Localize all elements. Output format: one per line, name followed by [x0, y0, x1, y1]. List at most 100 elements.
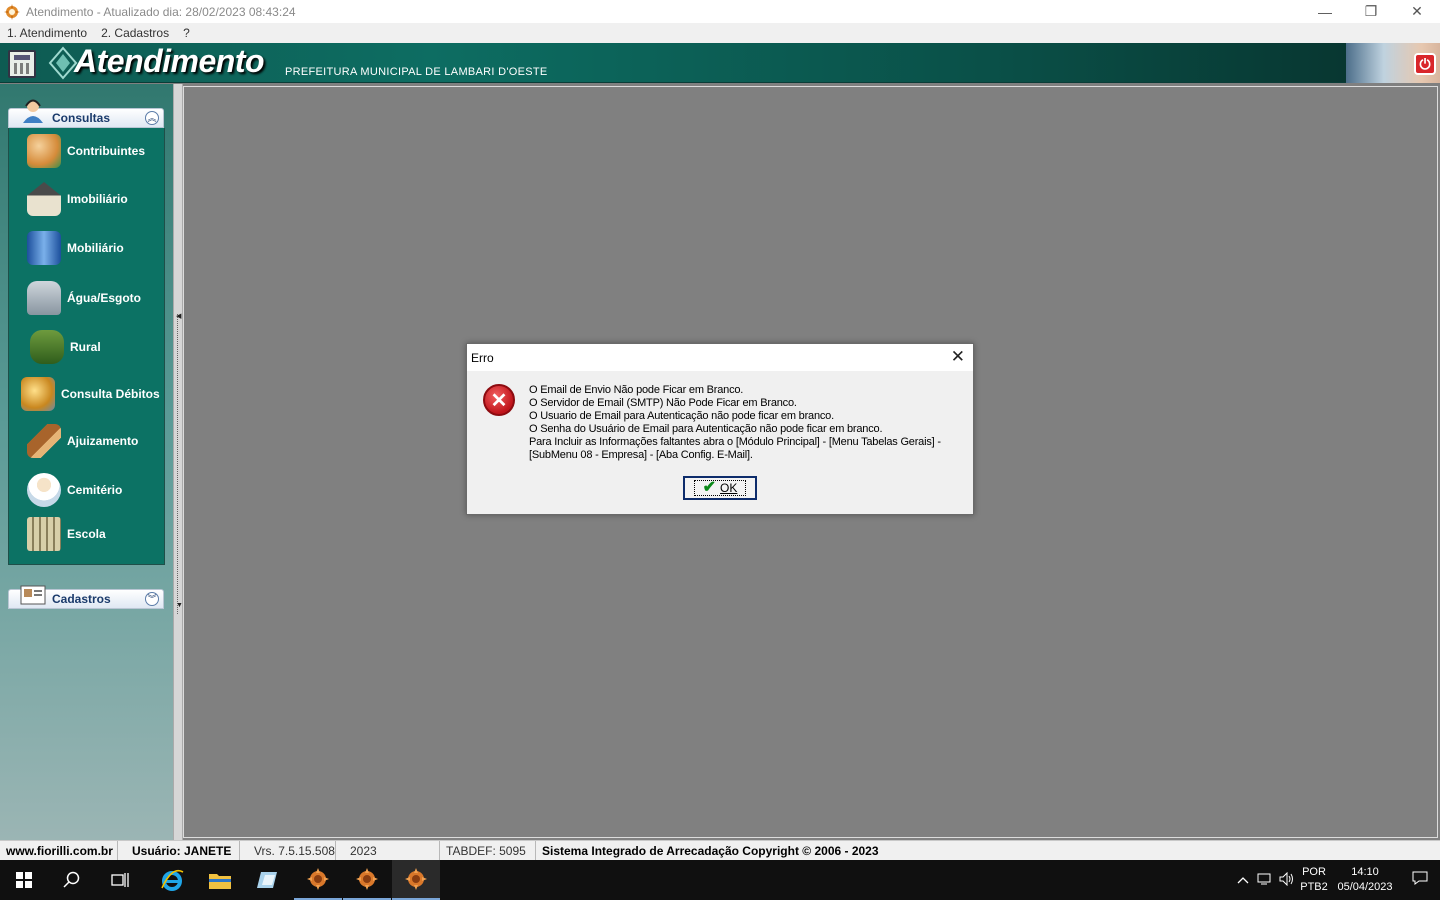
faucet-icon — [27, 281, 61, 315]
error-line: O Senha do Usuário de Email para Autenti… — [529, 423, 883, 435]
keyboard-layout: PTB2 — [1300, 881, 1328, 893]
cadastros-group-header[interactable]: Cadastros ︾ — [8, 585, 164, 609]
window-title: Atendimento - Atualizado dia: 28/02/2023… — [26, 4, 296, 19]
school-icon — [27, 517, 61, 551]
sidebar-item-label: Escola — [67, 527, 106, 541]
error-dialog: Erro ✕ ✕ O Email de Envio Não pode Ficar… — [466, 343, 974, 515]
house-icon — [27, 182, 61, 216]
taskbar: POR PTB2 14:10 05/04/2023 — [0, 860, 1440, 900]
gavel-icon — [27, 424, 61, 458]
fiorilli-app-icon — [307, 868, 329, 890]
sidebar-item-label: Contribuintes — [67, 144, 145, 158]
sidebar-item-ajuizamento[interactable]: Ajuizamento — [27, 421, 182, 461]
sidebar-item-label: Ajuizamento — [67, 434, 139, 448]
attendant-icon — [23, 99, 43, 123]
calculator-icon[interactable] — [8, 50, 36, 78]
collapse-chevron-icon[interactable]: ︽ — [145, 111, 159, 125]
clock-time: 14:10 — [1351, 866, 1379, 878]
error-line: O Servidor de Email (SMTP) Não Pode Fica… — [529, 397, 797, 409]
clock-date: 05/04/2023 — [1337, 881, 1393, 893]
consultas-group-header[interactable]: Consultas ︽ — [8, 99, 164, 128]
notes-icon — [257, 872, 277, 888]
folder-icon — [209, 874, 231, 889]
brand-title: Atendimento — [74, 43, 265, 79]
tractor-icon — [30, 330, 64, 364]
volume-icon[interactable] — [1276, 871, 1298, 889]
internet-explorer-icon — [161, 869, 184, 891]
sidebar-item-rural[interactable]: Rural — [30, 327, 185, 367]
sidebar-item-consulta-debitos[interactable]: Consulta Débitos — [21, 374, 176, 414]
sidebar-item-agua-esgoto[interactable]: Água/Esgoto — [27, 278, 182, 318]
debts-icon — [21, 377, 55, 411]
error-line: [SubMenu 08 - Empresa] - [Aba Config. E-… — [529, 449, 753, 461]
chevron-up-icon[interactable] — [1232, 873, 1254, 887]
sidebar-item-label: Rural — [70, 340, 101, 354]
sidebar-item-contribuintes[interactable]: Contribuintes — [27, 131, 182, 171]
sidebar-item-cemiterio[interactable]: Cemitério — [27, 470, 182, 510]
search-button[interactable] — [48, 860, 96, 900]
sidebar-item-label: Imobiliário — [67, 192, 128, 206]
status-copyright: Sistema Integrado de Arrecadação Copyrig… — [542, 843, 879, 858]
language-code: POR — [1302, 866, 1326, 878]
sidebar-item-mobiliario[interactable]: Mobiliário — [27, 228, 182, 268]
system-tray: POR PTB2 14:10 05/04/2023 — [1232, 860, 1440, 900]
error-line: O Usuario de Email para Autenticação não… — [529, 410, 834, 422]
status-user: Usuário: JANETE — [118, 840, 240, 861]
dialog-title-bar[interactable]: Erro ✕ — [467, 344, 973, 371]
notifications-icon[interactable] — [1400, 871, 1440, 889]
input-language[interactable]: POR PTB2 — [1298, 865, 1330, 895]
power-icon[interactable]: ⏻ — [1414, 53, 1436, 75]
error-icon: ✕ — [483, 384, 515, 416]
checkmark-icon: ✔ — [702, 479, 717, 496]
menu-bar: 1. Atendimento 2. Cadastros ? — [0, 23, 1440, 43]
status-site: www.fiorilli.com.br — [0, 840, 118, 861]
people-icon — [27, 134, 61, 168]
menu-cadastros[interactable]: 2. Cadastros — [101, 26, 169, 40]
menu-atendimento[interactable]: 1. Atendimento — [7, 26, 87, 40]
taskbar-notes[interactable] — [244, 860, 292, 900]
error-line: Para Incluir as Informações faltantes ab… — [529, 436, 941, 448]
sidebar-item-imobiliario[interactable]: Imobiliário — [27, 179, 182, 219]
taskbar-fiorilli-3[interactable] — [392, 860, 440, 900]
task-view-icon — [111, 873, 129, 887]
consultas-group: Contribuintes Imobiliário Mobiliário Águ… — [8, 128, 165, 565]
expand-chevron-icon[interactable]: ︾ — [145, 592, 159, 606]
start-button[interactable] — [0, 860, 48, 900]
clock[interactable]: 14:10 05/04/2023 — [1330, 865, 1400, 895]
app-banner: Atendimento PREFEITURA MUNICIPAL DE LAMB… — [0, 43, 1440, 83]
fiorilli-app-icon — [405, 868, 427, 890]
municipality-name: PREFEITURA MUNICIPAL DE LAMBARI D'OESTE — [285, 66, 548, 78]
status-tabdef: TABDEF: 5095 — [440, 840, 536, 861]
sidebar-splitter[interactable]: ◀ ▼ — [173, 84, 183, 840]
menu-help[interactable]: ? — [183, 26, 190, 40]
window-title-bar[interactable]: Atendimento - Atualizado dia: 28/02/2023… — [0, 0, 1440, 23]
app-icon — [4, 3, 20, 20]
error-message: O Email de Envio Não pode Ficar em Branc… — [529, 384, 959, 462]
ok-label: OK — [720, 481, 738, 495]
task-view-button[interactable] — [96, 860, 144, 900]
taskbar-fiorilli-2[interactable] — [343, 860, 391, 900]
windows-logo-icon — [16, 872, 32, 888]
close-window-button[interactable]: ✕ — [1394, 0, 1440, 23]
sidebar-item-label: Mobiliário — [67, 241, 124, 255]
taskbar-explorer[interactable] — [196, 860, 244, 900]
dialog-title: Erro — [471, 350, 494, 365]
cadastros-label: Cadastros — [52, 592, 111, 606]
ok-button[interactable]: ✔ OK — [683, 476, 757, 500]
search-icon — [63, 871, 80, 888]
sidebar-item-escola[interactable]: Escola — [27, 514, 182, 554]
status-version: Vrs. 7.5.15.508 — [240, 840, 336, 861]
status-bar: www.fiorilli.com.br Usuário: JANETE Vrs.… — [0, 840, 1440, 861]
taskbar-fiorilli-1[interactable] — [294, 860, 342, 900]
fiorilli-app-icon — [356, 868, 378, 890]
cards-icon — [20, 585, 46, 605]
restore-button[interactable]: ❐ — [1348, 0, 1394, 23]
taskbar-ie[interactable] — [148, 860, 196, 900]
minimize-button[interactable]: — — [1302, 0, 1348, 23]
building-icon — [27, 231, 61, 265]
dialog-close-icon[interactable]: ✕ — [951, 347, 965, 367]
network-icon[interactable] — [1254, 872, 1276, 889]
sidebar-item-label: Consulta Débitos — [61, 387, 160, 401]
splitter-down-arrow-icon[interactable]: ▼ — [176, 602, 183, 609]
consultas-label: Consultas — [52, 111, 111, 125]
